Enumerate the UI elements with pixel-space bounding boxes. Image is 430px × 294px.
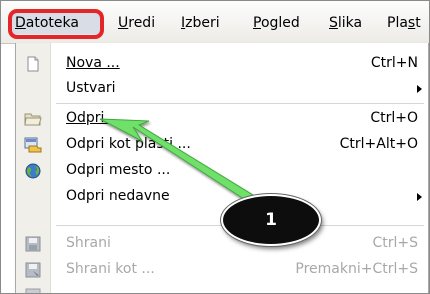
tutorial-arrow <box>99 118 254 202</box>
step-badge: 1 <box>221 194 321 246</box>
window: Datoteka Uredi Izberi Pogled Slika Plast… <box>0 0 430 294</box>
